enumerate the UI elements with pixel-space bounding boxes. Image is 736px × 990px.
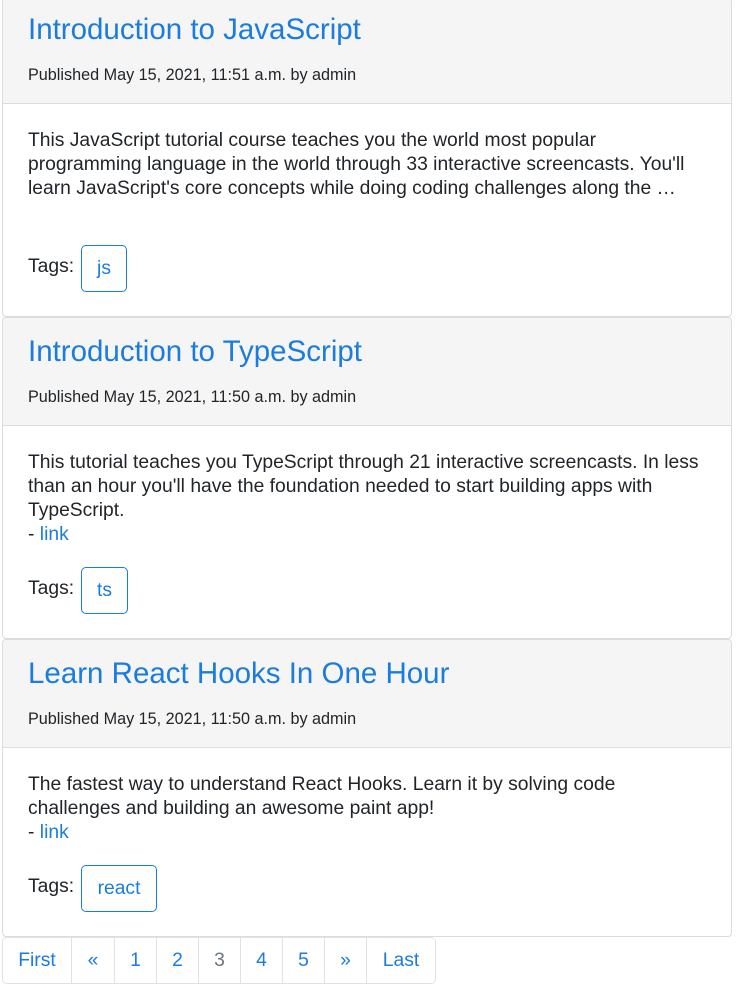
post-card: Introduction to JavaScript Published May… <box>2 0 732 317</box>
post-card: Learn React Hooks In One Hour Published … <box>2 639 732 937</box>
post-list: Introduction to JavaScript Published May… <box>0 0 736 990</box>
post-excerpt: This tutorial teaches you TypeScript thr… <box>28 452 699 521</box>
post-excerpt: The fastest way to understand React Hook… <box>28 774 616 819</box>
page-1-button[interactable]: 1 <box>115 938 157 983</box>
post-link-line: - link <box>28 523 69 547</box>
page-first-button[interactable]: First <box>3 938 72 983</box>
tag-badge-react[interactable]: react <box>81 865 157 912</box>
page-5-button[interactable]: 5 <box>283 938 325 983</box>
post-link-line: - link <box>28 821 69 845</box>
page-prev-button[interactable]: « <box>72 938 115 983</box>
link-prefix: - <box>28 822 40 843</box>
link-prefix: - <box>28 524 40 545</box>
page-4-button[interactable]: 4 <box>241 938 283 983</box>
post-title-link[interactable]: Introduction to JavaScript <box>28 15 361 45</box>
post-card: Introduction to TypeScript Published May… <box>2 317 732 639</box>
pagination: First « 1 2 3 4 5 » Last <box>2 937 436 984</box>
post-external-link[interactable]: link <box>40 524 69 545</box>
post-meta: Published May 15, 2021, 11:50 a.m. by ad… <box>28 710 357 728</box>
post-header: Learn React Hooks In One Hour Published … <box>3 640 731 748</box>
post-title-link[interactable]: Introduction to TypeScript <box>28 337 362 367</box>
post-title-link[interactable]: Learn React Hooks In One Hour <box>28 659 449 689</box>
post-meta: Published May 15, 2021, 11:50 a.m. by ad… <box>28 388 357 406</box>
post-external-link[interactable]: link <box>40 822 69 843</box>
tags-label: Tags: <box>28 578 75 599</box>
page-last-button[interactable]: Last <box>367 938 435 983</box>
tags-label: Tags: <box>28 256 75 277</box>
tag-badge-js[interactable]: js <box>81 245 127 292</box>
post-header: Introduction to JavaScript Published May… <box>3 0 731 104</box>
page-2-button[interactable]: 2 <box>157 938 199 983</box>
page-3-current: 3 <box>199 938 241 983</box>
post-meta: Published May 15, 2021, 11:51 a.m. by ad… <box>28 66 357 84</box>
page-next-button[interactable]: » <box>325 938 367 983</box>
post-excerpt: This JavaScript tutorial course teaches … <box>28 130 685 199</box>
post-header: Introduction to TypeScript Published May… <box>3 318 731 426</box>
tag-badge-ts[interactable]: ts <box>81 567 128 614</box>
tags-label: Tags: <box>28 876 75 897</box>
